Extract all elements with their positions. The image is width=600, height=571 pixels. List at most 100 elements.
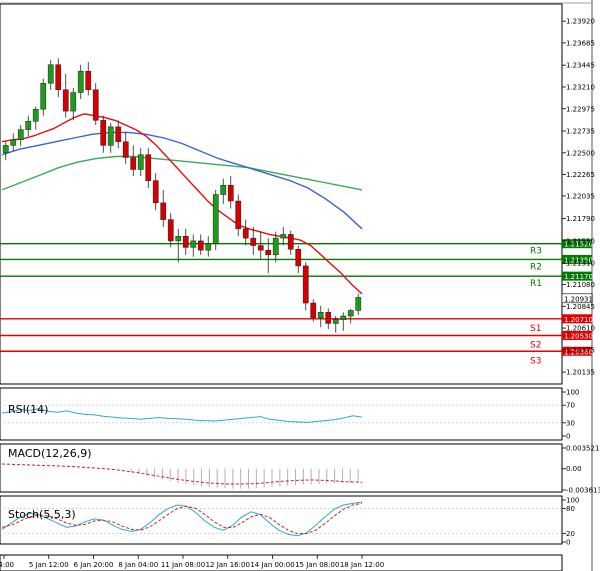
candle-body <box>295 248 302 267</box>
candle-body <box>355 297 362 311</box>
rsi-tick-label: 70 <box>566 402 575 410</box>
rsi-tick-label: 0 <box>566 433 570 441</box>
candle-body <box>92 89 99 121</box>
candle-body <box>55 64 62 90</box>
price-tick-label: 1.23445 <box>566 62 595 70</box>
time-axis: 4 Jan 04:00 5 Jan 12:00 6 Jan 20:00 8 Jan 0… <box>0 555 384 569</box>
candle-body <box>85 70 92 90</box>
candle-body <box>160 202 167 220</box>
candle-body <box>122 141 129 158</box>
level-price-label-s2: 1.20530 <box>564 332 593 340</box>
stoch-indicator: 10080 200 <box>0 497 579 547</box>
level-price-label-r1: 1.21170 <box>564 273 593 281</box>
price-tick-label: 1.23685 <box>566 39 595 47</box>
time-tick-label: 14 Jan 00:00 <box>250 561 294 569</box>
level-price-label-s1: 1.20710 <box>564 316 593 324</box>
level-name-s1: S1 <box>530 324 541 334</box>
time-tick-label: 5 Jan 12:00 <box>29 561 69 569</box>
level-name-r1: R1 <box>530 279 542 289</box>
macd-signal-line <box>1 463 363 485</box>
candle-body <box>212 194 219 244</box>
candle-body <box>17 129 24 141</box>
stoch-tick-label: 100 <box>566 497 579 505</box>
candle-body <box>152 180 159 204</box>
candle-body <box>137 154 144 170</box>
candle-body <box>62 89 69 112</box>
candle-body <box>302 265 309 304</box>
candle-body <box>280 234 287 239</box>
rsi-label: RSI(14) <box>8 403 48 416</box>
candle-body <box>107 126 114 146</box>
stoch-tick-label: 80 <box>566 505 575 513</box>
price-tick-label: 1.22975 <box>566 105 595 113</box>
time-tick-label: 11 Jan 08:00 <box>161 561 205 569</box>
macd-tick-label: -0.003613 <box>566 487 600 495</box>
candle-body <box>340 315 347 320</box>
time-tick-label: 4 Jan 04:00 <box>0 561 14 569</box>
candle-body <box>130 157 137 170</box>
level-name-s3: S3 <box>530 356 541 366</box>
candle-body <box>175 236 182 242</box>
candle-body <box>205 243 212 251</box>
candle-body <box>227 185 234 202</box>
candle-body <box>272 237 279 256</box>
candle-body <box>47 64 54 84</box>
level-name-r2: R2 <box>530 262 542 272</box>
candle-body <box>332 319 339 324</box>
time-tick-label: 12 Jan 16:00 <box>206 561 250 569</box>
macd-tick-label: 0.00 <box>566 465 582 473</box>
price-pane <box>0 3 563 385</box>
candle-body <box>115 126 122 142</box>
macd-indicator: 0.003521 0.00 -0.003613 <box>1 445 600 495</box>
price-tick-label: 1.22265 <box>566 171 595 179</box>
rsi-tick-label: 100 <box>566 389 579 397</box>
time-tick-label: 8 Jan 04:00 <box>118 561 158 569</box>
candle-body <box>40 83 47 110</box>
price-tick-label: 1.21790 <box>566 215 595 223</box>
candle-body <box>25 121 32 130</box>
candle-body <box>325 312 332 324</box>
candle-body <box>70 92 77 112</box>
price-tick-label: 1.23210 <box>566 83 595 91</box>
candle-body <box>287 234 294 250</box>
candle-body <box>100 120 107 146</box>
candle-body <box>257 245 264 251</box>
price-tick-label: 1.21080 <box>566 281 595 289</box>
price-tick-label: 1.21310 <box>566 260 595 268</box>
candle-body <box>317 312 324 319</box>
candle-body <box>220 185 227 195</box>
candles <box>2 58 362 333</box>
stoch-label: Stoch(5,5,3) <box>8 508 76 521</box>
time-tick-label: 6 Jan 20:00 <box>74 561 114 569</box>
candle-body <box>32 108 39 122</box>
stoch-tick-label: 20 <box>566 530 575 538</box>
candle-body <box>235 200 242 230</box>
price-tick-label: 1.20135 <box>566 369 595 377</box>
candle-body <box>167 219 174 242</box>
price-tick-label: 1.20845 <box>566 303 595 311</box>
time-tick-label: 15 Jan 08:00 <box>295 561 339 569</box>
ma-blue-line <box>1 131 363 230</box>
rsi-tick-label: 30 <box>566 419 575 427</box>
time-tick-label: 18 Jan 12:00 <box>340 561 384 569</box>
stoch-tick-label: 0 <box>566 539 570 547</box>
candle-body <box>250 237 257 246</box>
candle-body <box>310 302 317 319</box>
chart-window: R3 1.21520 R2 1.21350 R1 1.21170 S1 1.20710 S2 1.… <box>0 0 600 571</box>
level-name-s2: S2 <box>530 340 541 350</box>
price-tick-label: 1.20375 <box>566 346 595 354</box>
candle-body <box>145 154 152 181</box>
candle-body <box>10 139 17 146</box>
candle-body <box>77 70 84 93</box>
rsi-indicator: 100 70 30 0 <box>0 389 579 441</box>
level-name-r3: R3 <box>530 247 542 257</box>
candle-body <box>242 228 249 239</box>
price-tick-label: 1.22735 <box>566 128 595 136</box>
macd-tick-label: 0.003521 <box>566 445 599 453</box>
candle-body <box>265 249 272 256</box>
price-tick-label: 1.23920 <box>566 18 595 26</box>
price-tick-label: 1.22500 <box>566 149 595 157</box>
candle-body <box>2 145 9 154</box>
candle-body <box>190 240 197 248</box>
chart-svg: R31.21520R21.21350R11.21170S11.20710S21.… <box>0 0 600 571</box>
